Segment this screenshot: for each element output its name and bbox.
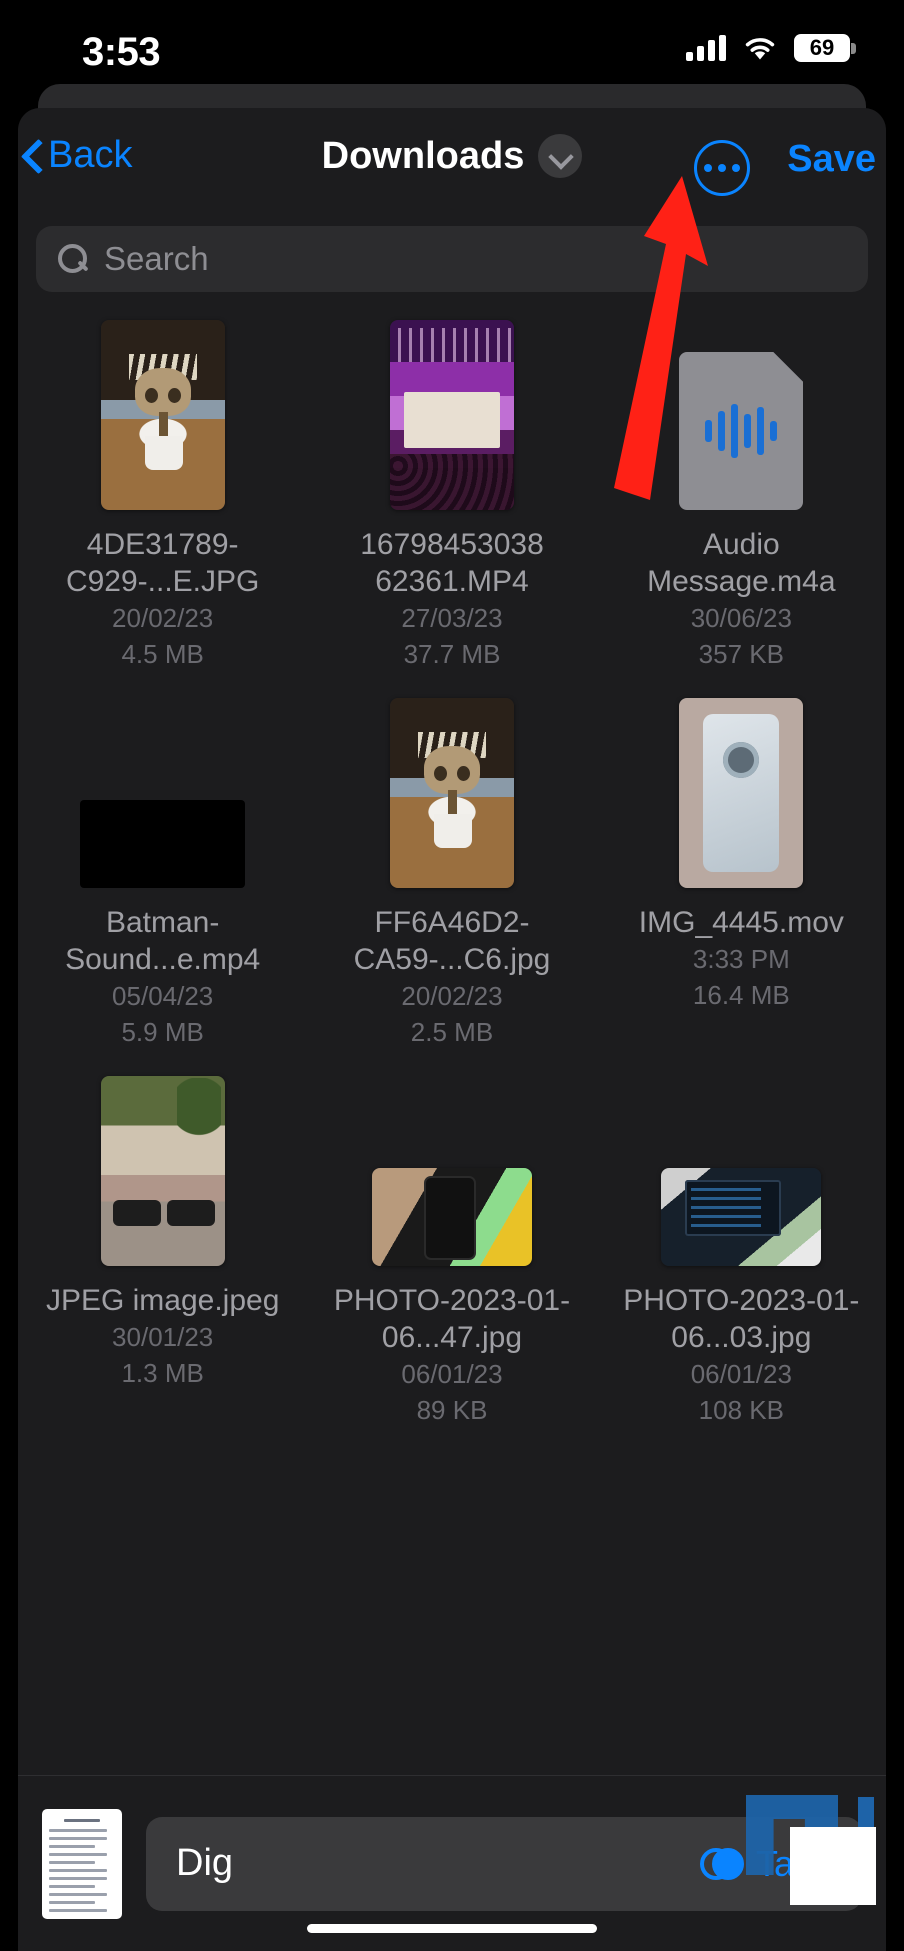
file-item[interactable]: 16798453038 62361.MP4 27/03/23 37.7 MB xyxy=(307,320,596,672)
video-black-wide-thumbnail xyxy=(80,800,246,888)
filename-value: Dig xyxy=(176,1842,234,1884)
photo-phone-desk-wide-thumbnail xyxy=(371,1168,532,1266)
thumbnail-container xyxy=(661,1076,822,1266)
file-size: 108 KB xyxy=(698,1395,784,1425)
title-group: Downloads xyxy=(18,134,886,178)
thumbnail-container xyxy=(389,698,514,888)
file-date: 06/01/23 xyxy=(401,1359,503,1389)
file-size: 5.9 MB xyxy=(121,1017,204,1047)
battery-percentage: 69 xyxy=(809,35,835,60)
file-size: 2.5 MB xyxy=(410,1017,494,1047)
thumbnail-container xyxy=(80,698,246,888)
document-picker-sheet: Back Downloads Save Search 4DE31789-C929… xyxy=(18,108,886,1951)
thumbnail-container xyxy=(100,320,225,510)
file-date: 06/01/23 xyxy=(690,1359,792,1389)
file-name: FF6A46D2-CA59-...C6.jpg xyxy=(353,906,551,976)
search-input[interactable]: Search xyxy=(36,226,868,292)
file-item[interactable]: JPEG image.jpeg 30/01/23 1.3 MB xyxy=(18,1076,307,1428)
thumbnail-container xyxy=(100,1076,225,1266)
document-preview-thumbnail xyxy=(42,1808,122,1919)
file-date: 05/04/23 xyxy=(112,981,214,1011)
file-name: Batman-Sound...e.mp4 xyxy=(65,906,261,976)
file-name: PHOTO-2023-01-06...47.jpg xyxy=(333,1284,571,1354)
file-item[interactable]: FF6A46D2-CA59-...C6.jpg 20/02/23 2.5 MB xyxy=(307,698,596,1050)
search-placeholder: Search xyxy=(104,240,209,277)
watermark-logo xyxy=(746,1795,876,1905)
file-date: 30/06/23 xyxy=(690,603,792,633)
file-date: 20/02/23 xyxy=(112,603,214,633)
photo-bikes-portrait-thumbnail xyxy=(100,1076,225,1266)
file-item[interactable]: IMG_4445.mov 3:33 PM 16.4 MB xyxy=(597,698,886,1050)
chevron-down-icon[interactable] xyxy=(538,134,583,178)
file-item[interactable]: PHOTO-2023-01-06...03.jpg 06/01/23 108 K… xyxy=(597,1076,886,1428)
file-name: 16798453038 62361.MP4 xyxy=(360,528,544,598)
file-name: PHOTO-2023-01-06...03.jpg xyxy=(623,1284,860,1354)
status-bar-time: 3:53 xyxy=(82,30,161,74)
navigation-bar: Back Downloads Save xyxy=(18,108,886,212)
file-item[interactable]: PHOTO-2023-01-06...47.jpg 06/01/23 89 KB xyxy=(307,1076,596,1428)
wifi-icon xyxy=(743,35,777,61)
file-grid: 4DE31789-C929-...E.JPG 20/02/23 4.5 MB 1… xyxy=(18,320,886,1428)
file-size: 1.3 MB xyxy=(121,1358,204,1388)
file-date: 20/02/23 xyxy=(401,981,503,1011)
file-name: 4DE31789-C929-...E.JPG xyxy=(65,528,260,598)
red-arrow-pointing-up-right-icon xyxy=(590,170,710,500)
file-item[interactable]: 4DE31789-C929-...E.JPG 20/02/23 4.5 MB xyxy=(18,320,307,672)
tags-circles-icon xyxy=(699,1847,744,1880)
thumbnail-container xyxy=(389,320,514,510)
photo-groot-portrait-thumbnail xyxy=(389,698,514,888)
battery-icon: 69 xyxy=(794,34,856,62)
file-date: 3:33 PM xyxy=(692,944,790,974)
file-name: Audio Message.m4a xyxy=(647,528,836,598)
audio-waveform-icon xyxy=(705,404,778,458)
file-name: IMG_4445.mov xyxy=(638,906,844,939)
cellular-bars-icon xyxy=(686,35,726,61)
file-size: 4.5 MB xyxy=(121,639,204,669)
save-button[interactable]: Save xyxy=(787,138,876,181)
file-size: 357 KB xyxy=(698,639,784,669)
file-size: 37.7 MB xyxy=(403,639,501,669)
video-concert-portrait-thumbnail xyxy=(389,320,514,510)
file-date: 30/01/23 xyxy=(112,1322,214,1352)
page-title: Downloads xyxy=(321,134,525,177)
thumbnail-container xyxy=(371,1076,532,1266)
photo-laptop-wide-thumbnail xyxy=(661,1168,822,1266)
home-indicator xyxy=(307,1924,597,1933)
file-size: 89 KB xyxy=(416,1395,488,1425)
status-bar-indicators: 69 xyxy=(686,34,856,62)
thumbnail-container xyxy=(679,698,804,888)
watermark-cover-block xyxy=(790,1827,876,1905)
file-item[interactable]: Batman-Sound...e.mp4 05/04/23 5.9 MB xyxy=(18,698,307,1050)
search-icon xyxy=(58,244,88,274)
file-size: 16.4 MB xyxy=(692,980,790,1010)
file-name: JPEG image.jpeg xyxy=(45,1284,280,1317)
photo-phone-portrait-thumbnail xyxy=(679,698,804,888)
photo-groot-portrait-thumbnail xyxy=(100,320,225,510)
file-date: 27/03/23 xyxy=(401,603,503,633)
